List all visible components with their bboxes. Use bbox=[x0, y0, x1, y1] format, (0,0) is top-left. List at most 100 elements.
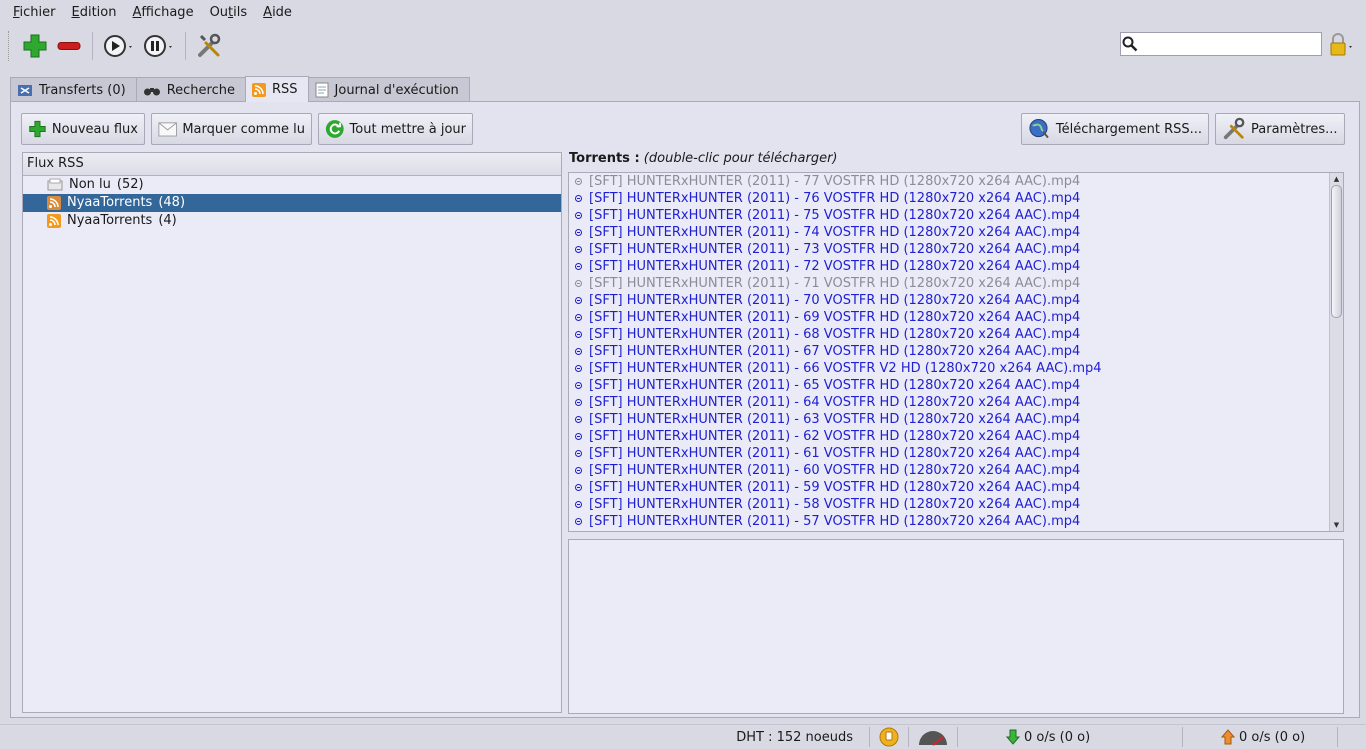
feed-item-unread[interactable]: Non lu (52) bbox=[23, 176, 561, 194]
torrent-row[interactable]: [SFT] HUNTERxHUNTER (2011) - 63 VOSTFR H… bbox=[569, 411, 1343, 428]
menubar: Fichier Edition Affichage Outils Aide bbox=[0, 0, 1366, 25]
update-all-button[interactable]: Tout mettre à jour bbox=[318, 113, 473, 145]
torrents-hint: (double-clic pour télécharger) bbox=[643, 151, 838, 166]
toolbar-grip[interactable] bbox=[8, 31, 14, 61]
torrent-row[interactable]: [SFT] HUNTERxHUNTER (2011) - 60 VOSTFR H… bbox=[569, 462, 1343, 479]
torrent-title: [SFT] HUNTERxHUNTER (2011) - 70 VOSTFR H… bbox=[589, 293, 1081, 308]
tab-label: RSS bbox=[271, 82, 298, 97]
speed-limit-icon[interactable] bbox=[917, 727, 949, 747]
torrent-title: [SFT] HUNTERxHUNTER (2011) - 57 VOSTFR H… bbox=[589, 514, 1081, 529]
scroll-down-arrow[interactable]: ▼ bbox=[1330, 519, 1343, 531]
article-status-icon bbox=[575, 331, 582, 338]
feed-name: NyaaTorrents bbox=[67, 195, 153, 210]
torrent-row[interactable]: [SFT] HUNTERxHUNTER (2011) - 67 VOSTFR H… bbox=[569, 343, 1343, 360]
options-button[interactable] bbox=[192, 29, 226, 63]
download-speed: 0 o/s (0 o) bbox=[1024, 729, 1091, 745]
rss-icon bbox=[251, 82, 266, 97]
torrent-title: [SFT] HUNTERxHUNTER (2011) - 67 VOSTFR H… bbox=[589, 344, 1081, 359]
button-label: Marquer comme lu bbox=[182, 121, 305, 137]
torrent-title: [SFT] HUNTERxHUNTER (2011) - 65 VOSTFR H… bbox=[589, 378, 1081, 393]
torrent-row[interactable]: [SFT] HUNTERxHUNTER (2011) - 71 VOSTFR H… bbox=[569, 275, 1343, 292]
search-box[interactable] bbox=[1120, 32, 1322, 56]
torrent-title: [SFT] HUNTERxHUNTER (2011) - 64 VOSTFR H… bbox=[589, 395, 1081, 410]
torrents-scrollbar[interactable]: ▲ ▼ bbox=[1329, 173, 1343, 531]
button-label: Téléchargement RSS... bbox=[1055, 121, 1202, 137]
torrent-row[interactable]: [SFT] HUNTERxHUNTER (2011) - 57 VOSTFR H… bbox=[569, 513, 1343, 530]
menu-outils[interactable]: Outils bbox=[202, 0, 256, 25]
connection-status-icon[interactable] bbox=[878, 726, 900, 748]
torrent-row[interactable]: [SFT] HUNTERxHUNTER (2011) - 76 VOSTFR H… bbox=[569, 190, 1343, 207]
plus-icon bbox=[23, 34, 47, 58]
binoculars-icon bbox=[143, 88, 160, 96]
article-status-icon bbox=[575, 263, 582, 270]
menu-fichier[interactable]: Fichier bbox=[5, 0, 64, 25]
tab-journal[interactable]: Journal d'exécution bbox=[307, 77, 470, 102]
feed-item-nyaa-1[interactable]: NyaaTorrents (48) bbox=[23, 194, 561, 212]
rss-download-button[interactable]: Téléchargement RSS... bbox=[1021, 113, 1209, 145]
lock-icon bbox=[1330, 33, 1352, 56]
lock-ui-button[interactable] bbox=[1328, 31, 1356, 59]
article-status-icon bbox=[575, 314, 582, 321]
torrent-row[interactable]: [SFT] HUNTERxHUNTER (2011) - 61 VOSTFR H… bbox=[569, 445, 1343, 462]
menu-label: Ou bbox=[209, 5, 229, 20]
scroll-thumb[interactable] bbox=[1331, 185, 1342, 318]
article-status-icon bbox=[575, 467, 582, 474]
plus-icon bbox=[29, 120, 46, 138]
torrent-row[interactable]: [SFT] HUNTERxHUNTER (2011) - 66 VOSTFR V… bbox=[569, 360, 1343, 377]
tab-rss[interactable]: RSS bbox=[244, 76, 309, 102]
remove-torrent-button[interactable] bbox=[52, 29, 86, 63]
torrent-row[interactable]: [SFT] HUNTERxHUNTER (2011) - 64 VOSTFR H… bbox=[569, 394, 1343, 411]
torrent-row[interactable]: [SFT] HUNTERxHUNTER (2011) - 74 VOSTFR H… bbox=[569, 224, 1343, 241]
mark-read-button[interactable]: Marquer comme lu bbox=[151, 113, 312, 145]
button-label: Tout mettre à jour bbox=[349, 121, 466, 137]
feed-count: (48) bbox=[158, 195, 186, 210]
tab-label: Recherche bbox=[166, 82, 235, 98]
torrent-title: [SFT] HUNTERxHUNTER (2011) - 71 VOSTFR H… bbox=[589, 276, 1081, 291]
refresh-icon bbox=[325, 120, 344, 138]
article-status-icon bbox=[575, 178, 582, 185]
torrent-row[interactable]: [SFT] HUNTERxHUNTER (2011) - 65 VOSTFR H… bbox=[569, 377, 1343, 394]
scroll-up-arrow[interactable]: ▲ bbox=[1330, 173, 1343, 185]
rss-settings-button[interactable]: Paramètres... bbox=[1215, 113, 1345, 145]
torrent-title: [SFT] HUNTERxHUNTER (2011) - 72 VOSTFR H… bbox=[589, 259, 1081, 274]
torrent-row[interactable]: [SFT] HUNTERxHUNTER (2011) - 62 VOSTFR H… bbox=[569, 428, 1343, 445]
new-feed-button[interactable]: Nouveau flux bbox=[21, 113, 145, 145]
torrent-row[interactable]: [SFT] HUNTERxHUNTER (2011) - 77 VOSTFR H… bbox=[569, 173, 1343, 190]
add-torrent-button[interactable] bbox=[18, 29, 52, 63]
search-icon bbox=[1122, 36, 1138, 52]
tab-transferts[interactable]: Transferts (0) bbox=[10, 77, 137, 102]
start-button[interactable] bbox=[99, 29, 139, 63]
torrent-row[interactable]: [SFT] HUNTERxHUNTER (2011) - 69 VOSTFR H… bbox=[569, 309, 1343, 326]
article-details bbox=[568, 539, 1344, 714]
torrent-row[interactable]: [SFT] HUNTERxHUNTER (2011) - 59 VOSTFR H… bbox=[569, 479, 1343, 496]
feeds-header[interactable]: Flux RSS bbox=[23, 153, 561, 176]
unread-icon bbox=[47, 178, 63, 191]
search-input[interactable] bbox=[1139, 34, 1321, 54]
torrent-row[interactable]: [SFT] HUNTERxHUNTER (2011) - 75 VOSTFR H… bbox=[569, 207, 1343, 224]
pause-button[interactable] bbox=[139, 29, 179, 63]
article-status-icon bbox=[575, 501, 582, 508]
rss-pane: Nouveau flux Marquer comme lu Tout mettr… bbox=[10, 101, 1360, 718]
menu-edition[interactable]: Edition bbox=[64, 0, 125, 25]
torrent-row[interactable]: [SFT] HUNTERxHUNTER (2011) - 68 VOSTFR H… bbox=[569, 326, 1343, 343]
torrent-row[interactable]: [SFT] HUNTERxHUNTER (2011) - 72 VOSTFR H… bbox=[569, 258, 1343, 275]
torrent-row[interactable]: [SFT] HUNTERxHUNTER (2011) - 58 VOSTFR H… bbox=[569, 496, 1343, 513]
menu-aide[interactable]: Aide bbox=[255, 0, 300, 25]
torrent-title: [SFT] HUNTERxHUNTER (2011) - 63 VOSTFR H… bbox=[589, 412, 1081, 427]
torrent-items: [SFT] HUNTERxHUNTER (2011) - 77 VOSTFR H… bbox=[569, 173, 1343, 530]
torrents-title: Torrents : bbox=[569, 151, 640, 166]
torrent-title: [SFT] HUNTERxHUNTER (2011) - 73 VOSTFR H… bbox=[589, 242, 1081, 257]
tab-recherche[interactable]: Recherche bbox=[135, 77, 246, 102]
feed-name: Non lu bbox=[69, 177, 111, 192]
menu-label: ffichage bbox=[141, 5, 194, 20]
torrent-row[interactable]: [SFT] HUNTERxHUNTER (2011) - 73 VOSTFR H… bbox=[569, 241, 1343, 258]
feed-item-nyaa-2[interactable]: NyaaTorrents (4) bbox=[23, 212, 561, 230]
menu-affichage[interactable]: Affichage bbox=[124, 0, 201, 25]
article-status-icon bbox=[575, 450, 582, 457]
article-status-icon bbox=[575, 382, 582, 389]
torrent-title: [SFT] HUNTERxHUNTER (2011) - 59 VOSTFR H… bbox=[589, 480, 1081, 495]
play-icon bbox=[104, 35, 132, 57]
torrent-row[interactable]: [SFT] HUNTERxHUNTER (2011) - 70 VOSTFR H… bbox=[569, 292, 1343, 309]
torrent-title: [SFT] HUNTERxHUNTER (2011) - 69 VOSTFR H… bbox=[589, 310, 1081, 325]
menu-mnemonic: A bbox=[263, 5, 273, 20]
